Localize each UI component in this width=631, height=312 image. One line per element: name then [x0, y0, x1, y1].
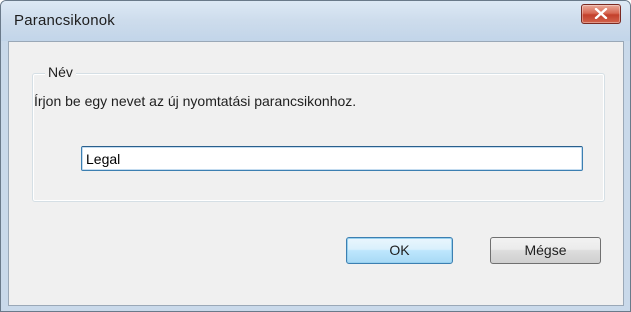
dialog-content: Név Írjon be egy nevet az új nyomtatási …	[8, 41, 624, 306]
ok-button[interactable]: OK	[346, 237, 453, 264]
group-legend: Név	[45, 64, 76, 80]
dialog-window: Parancsikonok Név Írjon be egy nevet az …	[0, 0, 631, 312]
close-icon	[594, 8, 608, 19]
close-button[interactable]	[581, 4, 621, 24]
title-bar[interactable]: Parancsikonok	[1, 1, 630, 41]
shortcut-name-input[interactable]	[81, 146, 583, 171]
cancel-button[interactable]: Mégse	[490, 237, 601, 264]
window-title: Parancsikonok	[14, 12, 115, 29]
prompt-label: Írjon be egy nevet az új nyomtatási para…	[34, 93, 357, 109]
